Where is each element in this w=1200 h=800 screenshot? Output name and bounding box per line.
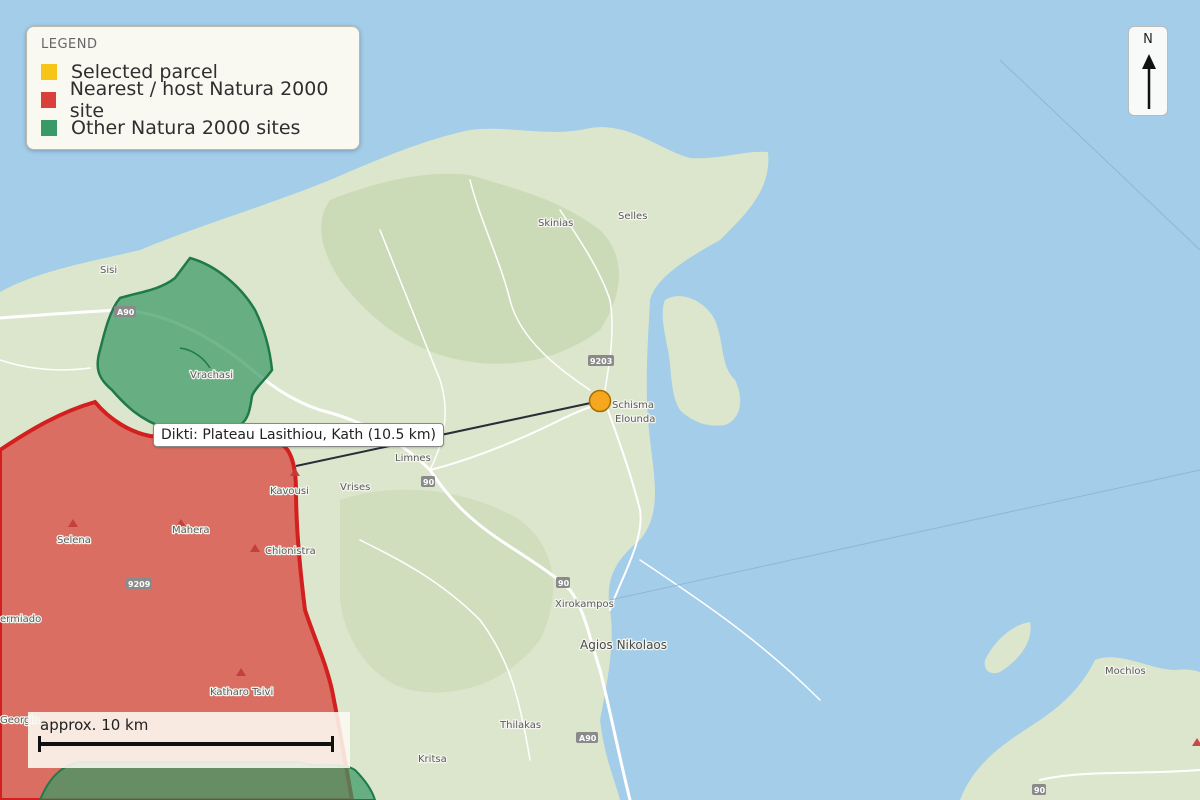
legend-label: Other Natura 2000 sites [71,117,301,139]
shield-90-east: 90 [1034,786,1046,795]
legend-item-other-sites: Other Natura 2000 sites [41,114,345,142]
place-mahera: Mahera [172,525,210,536]
north-arrow: N [1128,26,1168,116]
legend: LEGEND Selected parcel Nearest / host Na… [26,26,360,150]
place-kritsa: Kritsa [418,754,447,765]
legend-title: LEGEND [41,37,98,52]
north-letter: N [1143,32,1153,47]
place-selles: Selles [618,211,647,222]
place-selena: Selena [57,535,91,546]
place-skinias: Skinias [538,218,573,229]
place-mochlos: Mochlos [1105,666,1146,677]
place-xirokampos: Xirokampos [555,599,614,610]
place-vrachasi: Vrachasi [190,370,233,381]
place-limnes: Limnes [395,453,431,464]
shield-9209: 9209 [128,580,151,589]
legend-item-host-site: Nearest / host Natura 2000 site [41,78,345,122]
place-thilakas: Thilakas [499,720,541,731]
place-ermiado: ermiado [0,614,41,625]
scale-bar-label: approx. 10 km [40,716,149,734]
shield-a90-south: A90 [579,734,597,743]
shield-a90-west: A90 [117,308,135,317]
scale-bar-line [38,736,334,752]
place-kavousi: Kavousi [270,486,309,497]
legend-swatch-other-sites [41,120,57,136]
place-agios-nikolaos: Agios Nikolaos [580,638,667,652]
north-arrow-icon [1142,54,1156,109]
place-katharo: Katharo Tsivi [210,687,273,698]
selected-parcel-marker[interactable] [588,389,612,413]
place-sisi: Sisi [100,265,117,276]
scale-bar: approx. 10 km [28,712,350,768]
distance-label: Dikti: Plateau Lasithiou, Kath (10.5 km) [153,423,445,447]
shield-9203: 9203 [590,357,612,366]
place-schisma: Schisma [612,400,654,411]
place-vrises: Vrises [340,482,370,493]
place-elounda: Elounda [615,414,655,425]
shield-90-b: 90 [558,579,570,588]
place-chionistra: Chionistra [265,546,316,557]
legend-label: Nearest / host Natura 2000 site [69,78,329,122]
legend-swatch-selected-parcel [41,64,57,80]
shield-90-a: 90 [423,478,435,487]
legend-swatch-host-site [41,92,56,108]
